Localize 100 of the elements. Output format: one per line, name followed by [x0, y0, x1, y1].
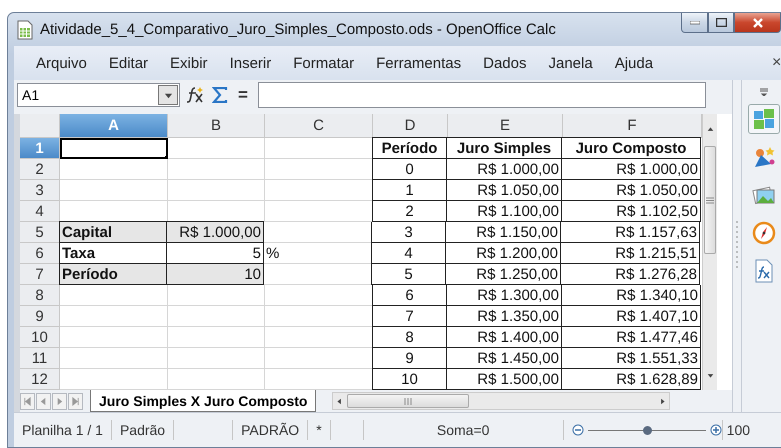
table-cell: 3 [371, 222, 446, 243]
select-all-corner[interactable] [20, 114, 60, 138]
row-header[interactable]: 9 [20, 306, 60, 327]
sheet-nav-button[interactable] [36, 392, 51, 410]
table-cell[interactable] [60, 327, 168, 348]
column-header[interactable]: E [448, 114, 563, 138]
table-cell[interactable] [60, 306, 168, 327]
table-cell: R$ 1.276,28 [561, 264, 700, 285]
table-cell[interactable] [60, 180, 168, 201]
maximize-button[interactable] [708, 13, 734, 33]
table-cell[interactable] [60, 369, 168, 390]
menu-item[interactable]: Editar [98, 54, 160, 72]
row-header[interactable]: 4 [20, 201, 60, 222]
table-cell[interactable] [60, 159, 168, 180]
table-cell: R$ 1.150,00 [446, 222, 561, 243]
zoom-out-button[interactable] [572, 424, 584, 436]
sum-icon[interactable] [212, 87, 228, 103]
scroll-thumb[interactable] [704, 146, 716, 254]
table-cell[interactable] [60, 285, 168, 306]
page-style-label: Padrão [112, 420, 174, 440]
formula-input[interactable] [258, 82, 706, 108]
menu-item[interactable]: Janela [537, 54, 604, 72]
table-cell: 10 [372, 369, 447, 390]
row-header[interactable]: 7 [20, 264, 60, 285]
minimize-button[interactable] [681, 13, 708, 33]
row-header[interactable]: 12 [20, 369, 60, 390]
caret-icon[interactable] [164, 90, 172, 100]
properties-button[interactable] [748, 104, 780, 134]
table-cell: R$ 1.000,00 [167, 221, 264, 243]
menu-item[interactable]: Exibir [159, 54, 219, 72]
table-cell[interactable] [168, 285, 265, 306]
table-cell[interactable] [168, 306, 265, 327]
table-cell[interactable] [60, 348, 168, 369]
table-cell[interactable] [168, 180, 265, 201]
selection-mode-label: PADRÃO [233, 420, 308, 440]
slider-thumb[interactable] [642, 426, 652, 434]
table-cell[interactable] [168, 159, 265, 180]
column-header[interactable]: F [563, 114, 702, 138]
table-cell[interactable] [168, 369, 265, 390]
minimize-icon [690, 20, 700, 24]
menu-item[interactable]: Formatar [282, 54, 366, 72]
sheet-nav-button[interactable] [68, 392, 83, 410]
maximize-icon [716, 18, 726, 27]
table-cell: R$ 1.500,00 [447, 369, 562, 390]
menu-item[interactable]: Ferramentas [365, 54, 472, 72]
sheet-nav-button[interactable] [52, 392, 67, 410]
column-header[interactable]: B [168, 114, 265, 138]
scroll-right-arrow[interactable] [659, 398, 666, 404]
row-header[interactable]: 10 [20, 327, 60, 348]
table-cell: 7 [372, 306, 447, 327]
zoom-in-button[interactable] [710, 424, 722, 436]
dropdown-button[interactable] [158, 85, 178, 105]
table-cell: R$ 1.250,00 [446, 264, 561, 285]
function-button[interactable]: = [238, 85, 248, 105]
row-header[interactable]: 6 [20, 243, 60, 264]
panel-menu-icon[interactable] [759, 86, 769, 96]
table-cell: Capital [59, 221, 167, 243]
table-cell: 6 [372, 285, 447, 306]
table-cell: Período [59, 264, 167, 285]
name-box[interactable]: A1 [17, 83, 180, 107]
scroll-left-arrow[interactable] [336, 398, 344, 404]
table-cell[interactable] [168, 138, 265, 159]
row-header[interactable]: 3 [20, 180, 60, 201]
close-document-button[interactable]: × [772, 54, 781, 72]
row-header[interactable]: 2 [20, 159, 60, 180]
table-cell: R$ 1.100,00 [447, 201, 562, 222]
menu-item[interactable]: Inserir [218, 54, 282, 72]
table-cell[interactable] [168, 348, 265, 369]
menu-item[interactable]: Ajuda [604, 54, 664, 72]
table-cell: R$ 1.000,00 [447, 159, 562, 180]
table-cell: 8 [372, 327, 447, 348]
selected-cell[interactable] [60, 138, 168, 159]
zoom-reading: 100 [726, 421, 752, 440]
table-cell: R$ 1.551,33 [562, 348, 701, 369]
row-header[interactable]: 11 [20, 348, 60, 369]
row-header[interactable]: 5 [20, 222, 60, 243]
table-cell: 4 [371, 243, 446, 264]
table-cell: 2 [372, 201, 447, 222]
column-header[interactable]: C [265, 114, 373, 138]
menu-item[interactable]: Arquivo [25, 54, 98, 72]
sheet-nav-button[interactable] [20, 392, 35, 410]
table-cell: Taxa [59, 243, 167, 264]
close-button[interactable] [734, 13, 781, 33]
sheet-indicator: Planilha 1 / 1 [14, 420, 112, 440]
table-cell: R$ 1.628,89 [562, 369, 701, 390]
scroll-thumb[interactable] [347, 394, 470, 408]
scroll-up-arrow[interactable] [706, 126, 714, 133]
splitter-handle[interactable] [735, 221, 739, 271]
column-header[interactable]: D [373, 114, 448, 138]
scroll-down-arrow[interactable] [706, 372, 714, 379]
table-cell: 10 [167, 264, 264, 285]
table-cell: 5 [371, 264, 446, 285]
table-cell[interactable] [168, 327, 265, 348]
sheet-tab[interactable]: Juro Simples X Juro Composto [90, 390, 316, 412]
table-cell: R$ 1.300,00 [447, 285, 562, 306]
vertical-scrollbar[interactable] [702, 114, 717, 390]
menu-item[interactable]: Dados [472, 54, 538, 72]
table-cell: R$ 1.157,63 [561, 222, 700, 243]
row-header[interactable]: 8 [20, 285, 60, 306]
horizontal-scrollbar[interactable] [332, 392, 670, 410]
